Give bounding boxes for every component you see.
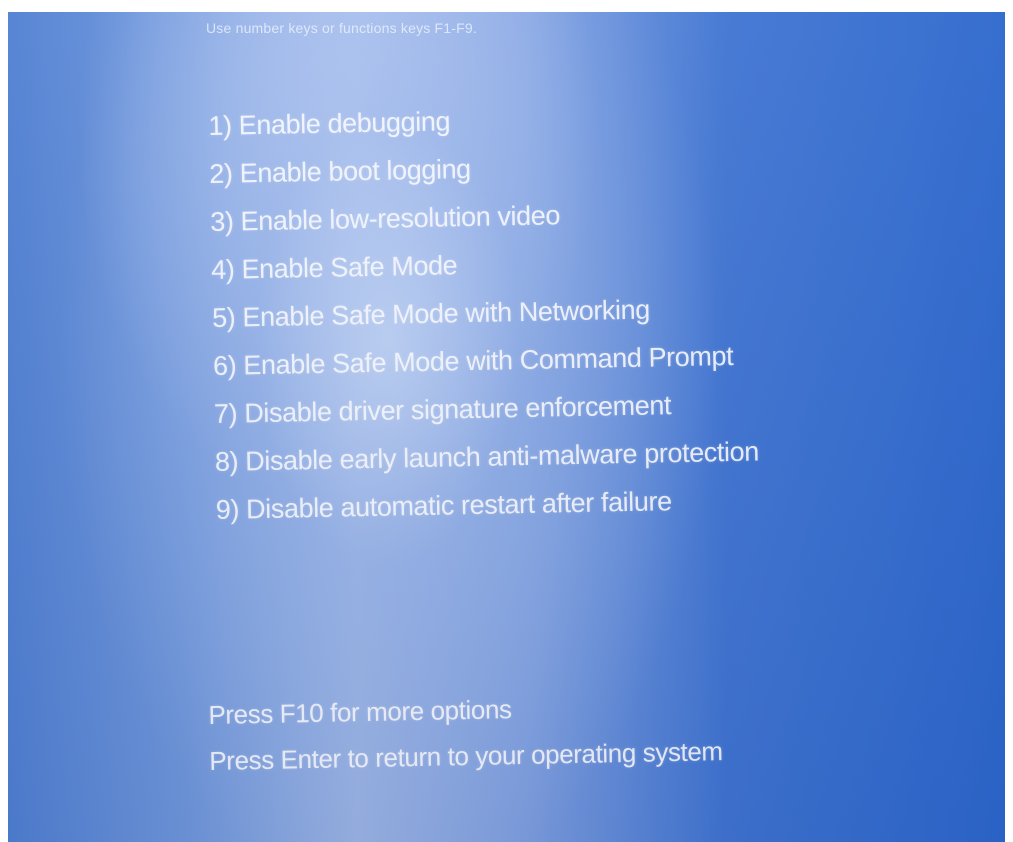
return-to-os-prompt[interactable]: Press Enter to return to your operating …: [209, 728, 723, 784]
photo-frame: Use number keys or functions keys F1-F9.…: [0, 0, 1013, 842]
startup-settings-screen: Use number keys or functions keys F1-F9.…: [8, 12, 1005, 842]
instruction-text: Use number keys or functions keys F1-F9.: [206, 20, 477, 36]
option-disable-automatic-restart[interactable]: 9) Disable automatic restart after failu…: [215, 475, 760, 533]
footer-instructions: Press F10 for more options Press Enter t…: [208, 682, 723, 784]
startup-options-list: 1) Enable debugging 2) Enable boot loggi…: [208, 92, 760, 534]
